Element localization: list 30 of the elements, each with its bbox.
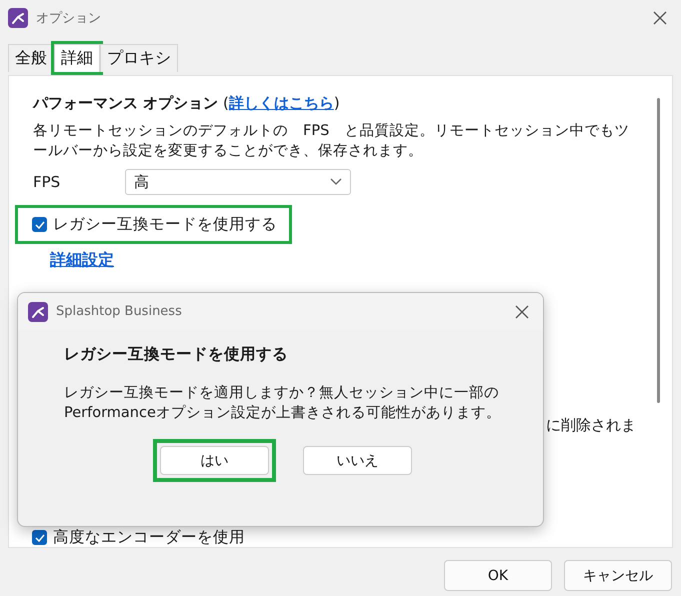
window-title: オプション — [36, 10, 102, 27]
no-button[interactable]: いいえ — [303, 446, 412, 475]
tab[interactable]: プロキシ — [100, 44, 178, 72]
app-logo-icon — [28, 302, 48, 322]
dialog-message: レガシー互換モードを適用しますか？無人セッション中に一部のPerformanceオプション設定が上書きされる可能性があります。 — [64, 384, 502, 423]
dialog-title: Splashtop Business — [56, 304, 183, 319]
cancel-button[interactable]: キャンセル — [564, 560, 672, 591]
chevron-down-icon — [330, 178, 342, 186]
description-text: 各リモートセッションのデフォルトの FPS と品質設定。リモートセッション中でもツールバーから設定を変更することができ、保存されます。 — [33, 122, 630, 161]
tab[interactable]: 詳細 — [54, 44, 100, 72]
ok-button[interactable]: OK — [444, 560, 552, 591]
section-heading: パフォーマンス オプション (詳しくはこちら) — [33, 94, 340, 113]
checkbox-label: 高度なエンコーダーを使用 — [53, 527, 245, 548]
app-logo-icon — [8, 8, 28, 28]
close-icon[interactable] — [515, 304, 529, 318]
advanced-settings-link[interactable]: 詳細設定 — [50, 250, 114, 271]
fps-label: FPS — [33, 173, 62, 191]
check-icon — [34, 534, 44, 542]
check-icon — [34, 220, 44, 228]
checkbox-label: レガシー互換モードを使用する — [53, 214, 277, 235]
fps-dropdown[interactable]: 高 — [125, 169, 351, 195]
learn-more-link[interactable]: 詳しくはこちら — [228, 94, 334, 112]
checkbox[interactable] — [32, 217, 47, 232]
tab[interactable]: 全般 — [8, 44, 54, 72]
yes-button[interactable]: はい — [160, 446, 269, 475]
partial-text: に削除されま — [546, 416, 636, 434]
scrollbar[interactable] — [657, 98, 660, 403]
close-icon[interactable] — [653, 11, 667, 25]
dialog-heading: レガシー互換モードを使用する — [64, 344, 289, 365]
checkbox[interactable] — [32, 530, 47, 545]
